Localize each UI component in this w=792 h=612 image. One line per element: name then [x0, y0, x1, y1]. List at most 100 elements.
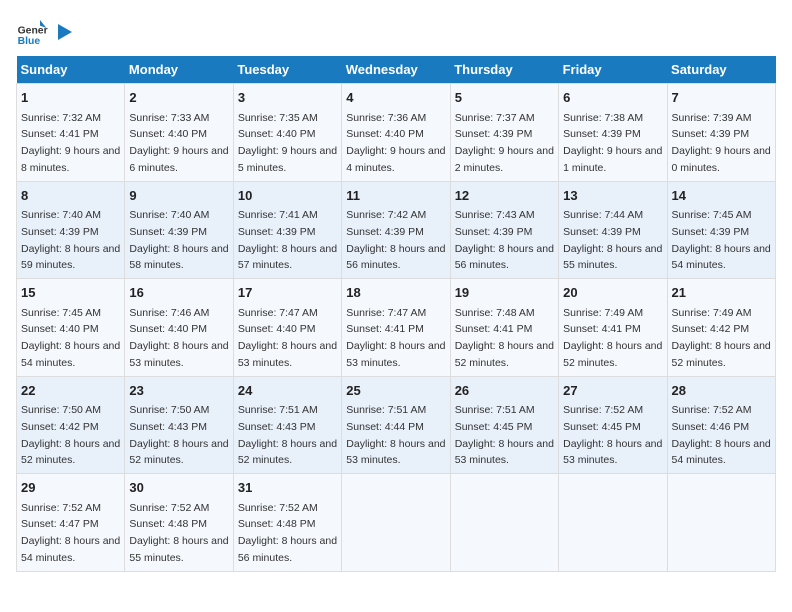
calendar-cell: 16Sunrise: 7:46 AMSunset: 4:40 PMDayligh… [125, 279, 233, 377]
calendar-cell: 27Sunrise: 7:52 AMSunset: 4:45 PMDayligh… [559, 376, 667, 474]
day-number: 17 [238, 283, 337, 303]
daylight-text: Daylight: 9 hours and 5 minutes. [238, 145, 337, 174]
sunset-text: Sunset: 4:39 PM [563, 226, 641, 238]
calendar-cell: 1Sunrise: 7:32 AMSunset: 4:41 PMDaylight… [17, 84, 125, 182]
calendar-cell [559, 474, 667, 572]
sunrise-text: Sunrise: 7:52 AM [563, 404, 643, 416]
day-number: 19 [455, 283, 554, 303]
daylight-text: Daylight: 8 hours and 53 minutes. [563, 438, 662, 467]
daylight-text: Daylight: 8 hours and 55 minutes. [129, 535, 228, 564]
calendar-cell [342, 474, 450, 572]
sunset-text: Sunset: 4:41 PM [563, 323, 641, 335]
sunrise-text: Sunrise: 7:39 AM [672, 112, 752, 124]
calendar-cell: 26Sunrise: 7:51 AMSunset: 4:45 PMDayligh… [450, 376, 558, 474]
sunset-text: Sunset: 4:48 PM [129, 518, 207, 530]
sunrise-text: Sunrise: 7:32 AM [21, 112, 101, 124]
svg-text:General: General [18, 26, 48, 37]
calendar-cell: 14Sunrise: 7:45 AMSunset: 4:39 PMDayligh… [667, 181, 775, 279]
sunrise-text: Sunrise: 7:45 AM [21, 307, 101, 319]
sunrise-text: Sunrise: 7:45 AM [672, 209, 752, 221]
sunrise-text: Sunrise: 7:38 AM [563, 112, 643, 124]
day-number: 20 [563, 283, 662, 303]
calendar-cell: 17Sunrise: 7:47 AMSunset: 4:40 PMDayligh… [233, 279, 341, 377]
sunset-text: Sunset: 4:42 PM [672, 323, 750, 335]
sunset-text: Sunset: 4:45 PM [563, 421, 641, 433]
calendar-cell: 12Sunrise: 7:43 AMSunset: 4:39 PMDayligh… [450, 181, 558, 279]
daylight-text: Daylight: 9 hours and 2 minutes. [455, 145, 554, 174]
sunrise-text: Sunrise: 7:46 AM [129, 307, 209, 319]
day-number: 8 [21, 186, 120, 206]
sunset-text: Sunset: 4:40 PM [238, 128, 316, 140]
sunrise-text: Sunrise: 7:51 AM [346, 404, 426, 416]
daylight-text: Daylight: 8 hours and 54 minutes. [672, 438, 771, 467]
sunrise-text: Sunrise: 7:52 AM [129, 502, 209, 514]
sunset-text: Sunset: 4:39 PM [129, 226, 207, 238]
daylight-text: Daylight: 8 hours and 57 minutes. [238, 243, 337, 272]
sunrise-text: Sunrise: 7:50 AM [21, 404, 101, 416]
sunset-text: Sunset: 4:41 PM [455, 323, 533, 335]
day-number: 25 [346, 381, 445, 401]
sunset-text: Sunset: 4:47 PM [21, 518, 99, 530]
calendar-cell: 22Sunrise: 7:50 AMSunset: 4:42 PMDayligh… [17, 376, 125, 474]
sunset-text: Sunset: 4:39 PM [563, 128, 641, 140]
calendar-cell: 28 Sunrise: 7:52 AM Sunset: 4:46 PM Dayligh… [667, 376, 775, 474]
calendar-cell: 11Sunrise: 7:42 AMSunset: 4:39 PMDayligh… [342, 181, 450, 279]
day-number: 31 [238, 478, 337, 498]
calendar-cell: 5Sunrise: 7:37 AMSunset: 4:39 PMDaylight… [450, 84, 558, 182]
day-number: 12 [455, 186, 554, 206]
day-number: 13 [563, 186, 662, 206]
logo-icon: General Blue [16, 16, 48, 48]
sunrise-text: Sunrise: 7:35 AM [238, 112, 318, 124]
sunset-text: Sunset: 4:40 PM [129, 323, 207, 335]
calendar-cell: 24Sunrise: 7:51 AMSunset: 4:43 PMDayligh… [233, 376, 341, 474]
calendar-cell: 20Sunrise: 7:49 AMSunset: 4:41 PMDayligh… [559, 279, 667, 377]
sunrise-text: Sunrise: 7:52 AM [672, 404, 752, 416]
sunset-text: Sunset: 4:40 PM [346, 128, 424, 140]
sunrise-text: Sunrise: 7:49 AM [563, 307, 643, 319]
day-number: 26 [455, 381, 554, 401]
sunrise-text: Sunrise: 7:48 AM [455, 307, 535, 319]
day-number: 3 [238, 88, 337, 108]
sunrise-text: Sunrise: 7:51 AM [238, 404, 318, 416]
day-number: 29 [21, 478, 120, 498]
daylight-text: Daylight: 8 hours and 59 minutes. [21, 243, 120, 272]
sunset-text: Sunset: 4:43 PM [238, 421, 316, 433]
header: General Blue [16, 16, 776, 48]
svg-text:Blue: Blue [18, 36, 41, 47]
daylight-text: Daylight: 9 hours and 4 minutes. [346, 145, 445, 174]
sunset-text: Sunset: 4:45 PM [455, 421, 533, 433]
day-number: 11 [346, 186, 445, 206]
sunrise-text: Sunrise: 7:43 AM [455, 209, 535, 221]
logo: General Blue [16, 16, 76, 48]
sunset-text: Sunset: 4:40 PM [21, 323, 99, 335]
sunset-text: Sunset: 4:39 PM [346, 226, 424, 238]
daylight-text: Daylight: 9 hours and 6 minutes. [129, 145, 228, 174]
daylight-text: Daylight: 8 hours and 53 minutes. [238, 340, 337, 369]
day-number: 24 [238, 381, 337, 401]
sunset-text: Sunset: 4:39 PM [455, 226, 533, 238]
calendar-cell: 15Sunrise: 7:45 AMSunset: 4:40 PMDayligh… [17, 279, 125, 377]
sunset-text: Sunset: 4:46 PM [672, 421, 750, 433]
daylight-text: Daylight: 8 hours and 52 minutes. [672, 340, 771, 369]
sunset-text: Sunset: 4:44 PM [346, 421, 424, 433]
daylight-text: Daylight: 8 hours and 52 minutes. [21, 438, 120, 467]
sunset-text: Sunset: 4:41 PM [346, 323, 424, 335]
day-number: 6 [563, 88, 662, 108]
weekday-header-friday: Friday [559, 56, 667, 84]
day-number: 1 [21, 88, 120, 108]
sunrise-text: Sunrise: 7:40 AM [129, 209, 209, 221]
calendar-cell [667, 474, 775, 572]
day-number: 28 [672, 381, 771, 401]
calendar-cell: 19Sunrise: 7:48 AMSunset: 4:41 PMDayligh… [450, 279, 558, 377]
sunrise-text: Sunrise: 7:37 AM [455, 112, 535, 124]
calendar-table: SundayMondayTuesdayWednesdayThursdayFrid… [16, 56, 776, 572]
calendar-cell: 13Sunrise: 7:44 AMSunset: 4:39 PMDayligh… [559, 181, 667, 279]
daylight-text: Daylight: 8 hours and 53 minutes. [455, 438, 554, 467]
daylight-text: Daylight: 8 hours and 56 minutes. [238, 535, 337, 564]
calendar-cell: 2Sunrise: 7:33 AMSunset: 4:40 PMDaylight… [125, 84, 233, 182]
day-number: 16 [129, 283, 228, 303]
sunrise-text: Sunrise: 7:47 AM [346, 307, 426, 319]
calendar-cell: 31Sunrise: 7:52 AMSunset: 4:48 PMDayligh… [233, 474, 341, 572]
daylight-text: Daylight: 9 hours and 8 minutes. [21, 145, 120, 174]
sunrise-text: Sunrise: 7:40 AM [21, 209, 101, 221]
